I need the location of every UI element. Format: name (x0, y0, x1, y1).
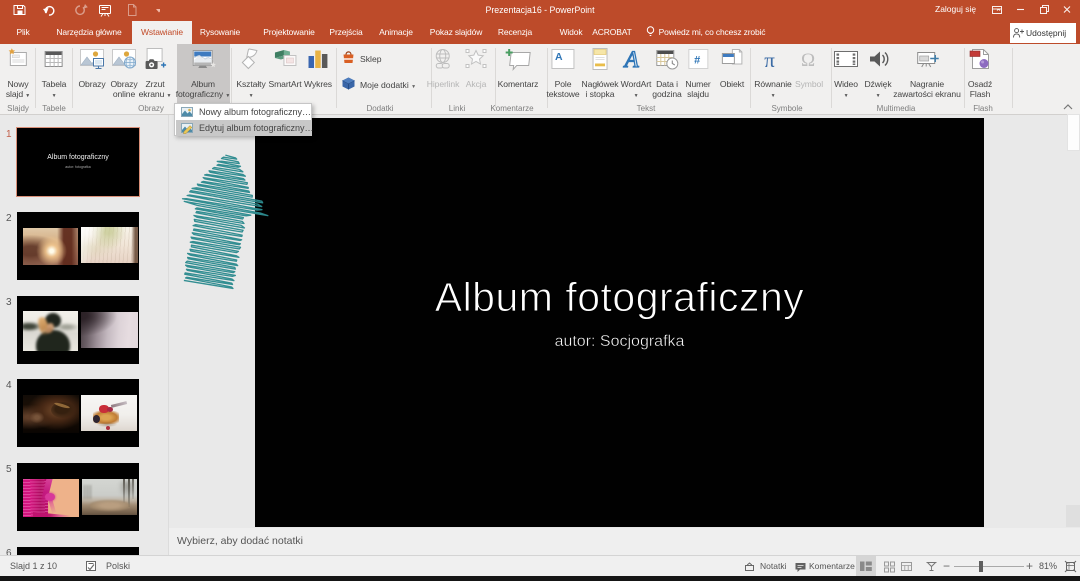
svg-text:A: A (623, 47, 640, 72)
svg-text:A: A (555, 51, 563, 63)
svg-text:#: # (694, 55, 700, 67)
svg-text:π: π (764, 48, 775, 72)
svg-text:Ω: Ω (801, 50, 815, 71)
